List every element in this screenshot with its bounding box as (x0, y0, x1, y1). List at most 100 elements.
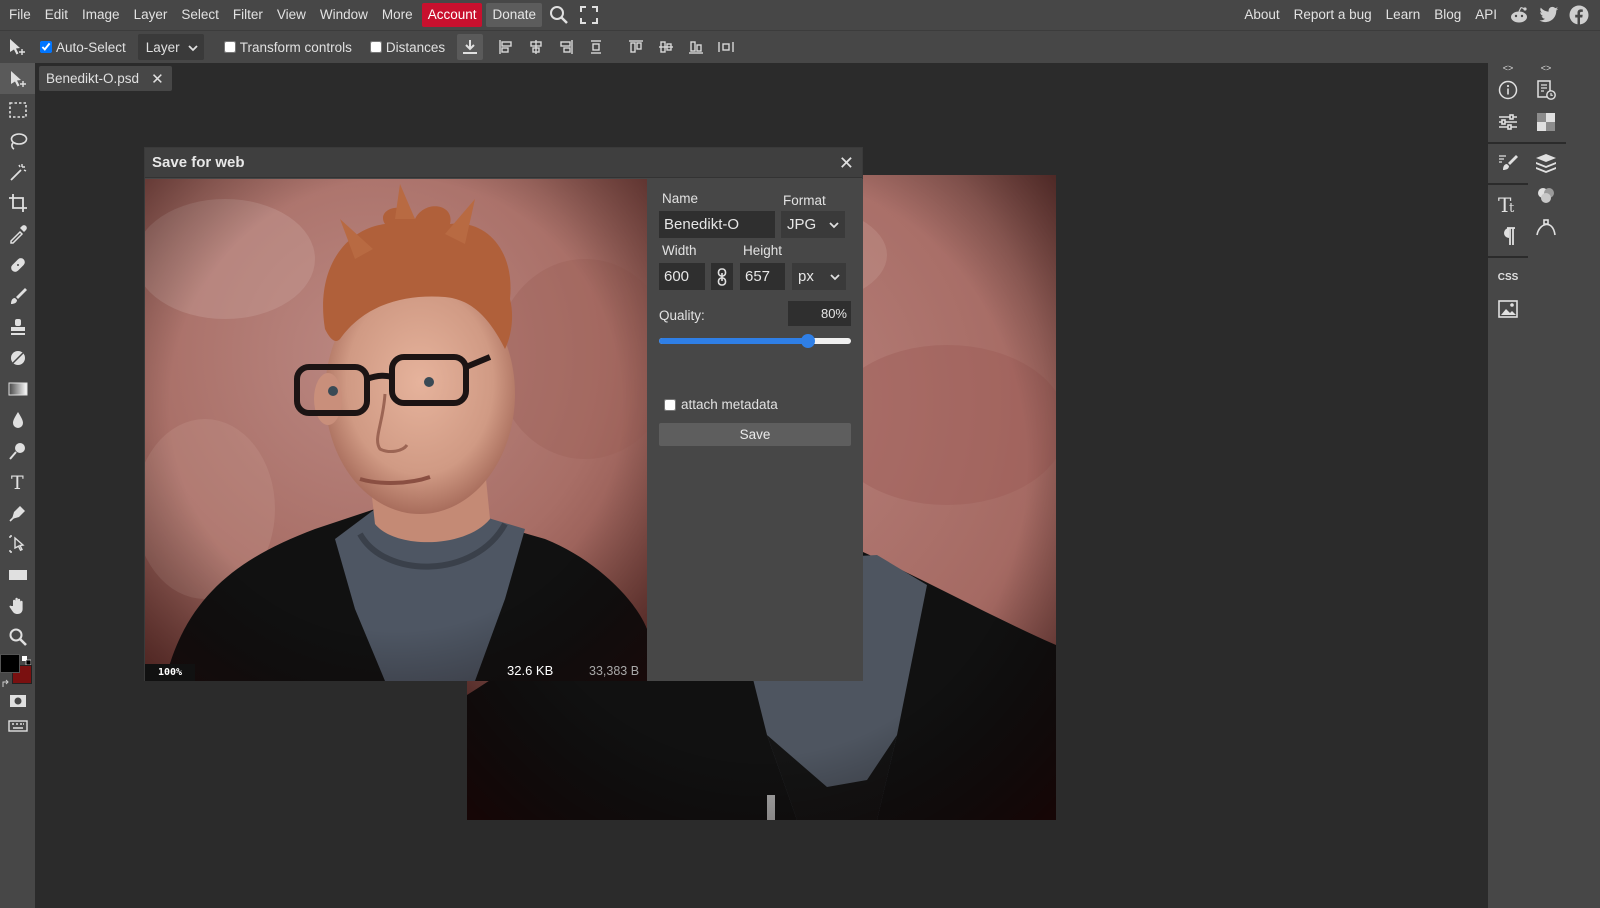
api-link[interactable]: API (1468, 0, 1504, 30)
quality-slider-thumb[interactable] (801, 334, 816, 348)
twitter-icon[interactable] (1534, 0, 1564, 30)
distribute-v-icon[interactable] (581, 31, 611, 64)
distribute-h-icon[interactable] (711, 31, 741, 64)
menu-view[interactable]: View (270, 0, 313, 30)
zoom-tool-icon[interactable] (0, 621, 35, 652)
menu-more[interactable]: More (375, 0, 420, 30)
menu-select[interactable]: Select (174, 0, 226, 30)
image-icon[interactable] (1488, 293, 1528, 325)
width-input[interactable]: 600 (659, 263, 705, 290)
menu-image[interactable]: Image (75, 0, 127, 30)
pen-tool-icon[interactable] (0, 497, 35, 528)
menu-edit[interactable]: Edit (38, 0, 75, 30)
align-center-h-icon[interactable] (521, 31, 551, 64)
quick-mask-icon[interactable] (0, 688, 35, 714)
paths-icon[interactable] (1526, 211, 1566, 243)
paragraph-icon[interactable] (1488, 220, 1528, 252)
lasso-tool-icon[interactable] (0, 125, 35, 156)
brush-tool-icon[interactable] (0, 280, 35, 311)
align-left-icon[interactable] (491, 31, 521, 64)
donate-button[interactable]: Donate (486, 3, 543, 27)
character-icon[interactable]: Tt (1488, 188, 1528, 220)
close-tab-icon[interactable]: ✕ (151, 70, 164, 88)
download-icon[interactable] (457, 34, 484, 60)
link-dimensions-icon[interactable] (711, 263, 733, 290)
auto-select-checkbox[interactable]: Auto-Select (40, 40, 126, 55)
layers-icon[interactable] (1526, 147, 1566, 179)
crop-tool-icon[interactable] (0, 187, 35, 218)
right-panel: <> Tt CSS <> (1488, 63, 1600, 908)
move-tool-icon[interactable] (0, 63, 35, 94)
path-select-tool-icon[interactable] (0, 528, 35, 559)
foreground-color-swatch[interactable] (0, 654, 20, 673)
magic-wand-tool-icon[interactable] (0, 156, 35, 187)
menu-file[interactable]: File (2, 0, 38, 30)
auto-select-input[interactable] (40, 41, 52, 53)
transform-controls-checkbox[interactable]: Transform controls (223, 40, 352, 55)
menu-layer[interactable]: Layer (127, 0, 175, 30)
gradient-tool-icon[interactable] (0, 373, 35, 404)
name-input[interactable]: Benedikt-O (659, 211, 775, 238)
quality-slider[interactable] (659, 334, 851, 348)
account-button[interactable]: Account (421, 3, 483, 27)
marquee-tool-icon[interactable] (0, 94, 35, 125)
align-middle-icon[interactable] (651, 31, 681, 64)
eraser-tool-icon[interactable] (0, 342, 35, 373)
healing-brush-tool-icon[interactable] (0, 249, 35, 280)
attach-metadata-checkbox[interactable]: attach metadata (664, 397, 778, 412)
menu-filter[interactable]: Filter (226, 0, 270, 30)
blog-link[interactable]: Blog (1427, 0, 1468, 30)
swatches-icon[interactable] (1526, 106, 1566, 138)
distances-label: Distances (385, 39, 446, 55)
collapse-arrows-icon[interactable]: <> (1488, 63, 1528, 74)
channels-icon[interactable] (1526, 179, 1566, 211)
save-button[interactable]: Save (659, 423, 851, 446)
height-input[interactable]: 657 (740, 263, 785, 290)
blur-tool-icon[interactable] (0, 404, 35, 435)
brush-settings-icon[interactable] (1488, 147, 1528, 179)
export-preview[interactable]: 100% 32.6 KB 33,383 B (145, 179, 647, 681)
align-top-icon[interactable] (621, 31, 651, 64)
fullscreen-icon[interactable] (574, 0, 604, 30)
quality-label: Quality: (659, 308, 705, 323)
swap-colors-icon[interactable] (22, 653, 32, 666)
hand-tool-icon[interactable] (0, 590, 35, 621)
dodge-tool-icon[interactable] (0, 435, 35, 466)
layer-select[interactable]: Layer (137, 34, 204, 60)
svg-text:t: t (1509, 201, 1515, 215)
document-tab[interactable]: Benedikt-O.psd ✕ (39, 66, 172, 91)
collapse-arrows-icon[interactable]: <> (1526, 63, 1566, 74)
close-icon[interactable]: ✕ (839, 153, 854, 174)
report-bug-link[interactable]: Report a bug (1287, 0, 1379, 30)
unit-select-value: px (798, 268, 814, 285)
quality-input[interactable]: 80% (788, 301, 851, 326)
menu-window[interactable]: Window (313, 0, 375, 30)
type-tool-icon[interactable]: T (0, 466, 35, 497)
clone-stamp-tool-icon[interactable] (0, 311, 35, 342)
document-tab-name: Benedikt-O.psd (46, 71, 140, 86)
distances-checkbox[interactable]: Distances (369, 39, 446, 55)
history-icon[interactable] (1526, 74, 1566, 106)
about-link[interactable]: About (1237, 0, 1286, 30)
dialog-titlebar[interactable]: Save for web ✕ (145, 148, 862, 178)
facebook-icon[interactable] (1564, 0, 1594, 30)
eyedropper-tool-icon[interactable] (0, 218, 35, 249)
format-select[interactable]: JPG (781, 211, 845, 238)
quality-slider-fill (659, 338, 809, 344)
keyboard-icon[interactable] (0, 714, 35, 738)
adjustments-icon[interactable] (1488, 106, 1528, 138)
distances-input[interactable] (369, 41, 382, 53)
learn-link[interactable]: Learn (1379, 0, 1428, 30)
attach-metadata-input[interactable] (664, 398, 676, 411)
align-bottom-icon[interactable] (681, 31, 711, 64)
color-swatches[interactable] (0, 652, 35, 688)
search-icon[interactable] (544, 0, 574, 30)
rectangle-tool-icon[interactable] (0, 559, 35, 590)
info-icon[interactable] (1488, 74, 1528, 106)
reddit-icon[interactable] (1504, 0, 1534, 30)
reset-colors-icon[interactable] (2, 676, 11, 687)
transform-controls-input[interactable] (223, 41, 236, 53)
align-right-icon[interactable] (551, 31, 581, 64)
css-icon[interactable]: CSS (1488, 261, 1528, 293)
unit-select[interactable]: px (792, 263, 846, 290)
